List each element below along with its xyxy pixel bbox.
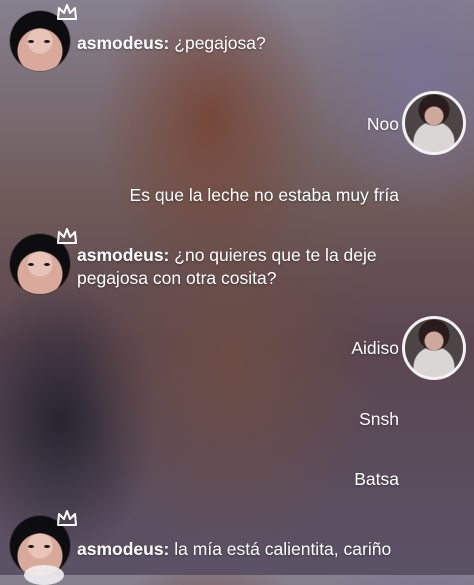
message-text: la mía está calientita, cariño [174,539,392,559]
message-text: Batsa [354,469,399,489]
message-text: Aidiso [351,338,399,358]
message-text: Noo [366,114,399,134]
own-avatar[interactable] [402,91,466,155]
message-right: Snsh [359,408,399,431]
message-right: Batsa [354,468,399,491]
crown-icon [57,510,77,526]
message-right: Noo [367,113,399,136]
own-avatar[interactable] [402,316,466,380]
chat-thread: asmodeus: ¿pegajosa? Noo Es que la leche… [0,0,474,585]
crown-icon [57,4,77,20]
message-left: asmodeus: ¿pegajosa? [77,32,437,55]
next-avatar-partial [24,565,64,585]
message-sender: asmodeus: [77,245,170,265]
message-right: Es que la leche no estaba muy fría [130,184,399,207]
message-text: ¿pegajosa? [174,33,266,53]
message-text: Snsh [359,409,399,429]
crown-icon [57,228,77,244]
message-sender: asmodeus: [77,539,170,559]
message-right: Aidiso [351,337,399,360]
message-sender: asmodeus: [77,33,170,53]
message-left: asmodeus: ¿no quieres que te la deje peg… [77,244,397,290]
message-left: asmodeus: la mía está calientita, cariño [77,538,437,561]
message-text: Es que la leche no estaba muy fría [129,185,399,205]
